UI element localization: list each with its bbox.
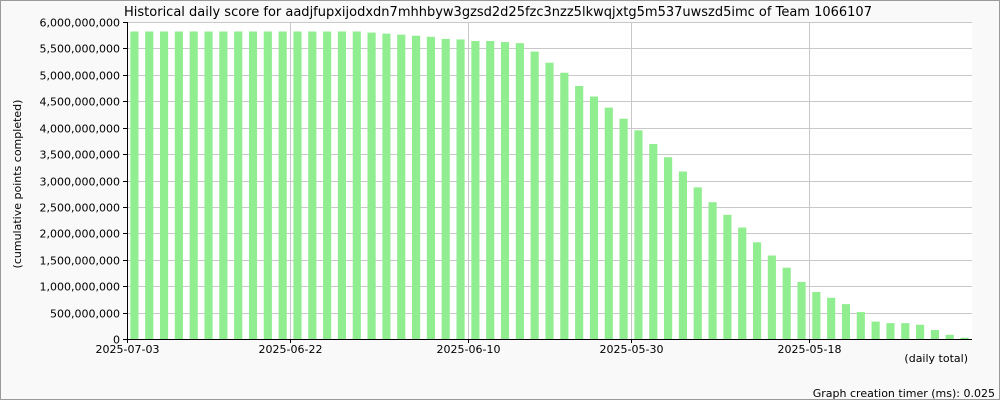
x-tick-label: 2025-06-10: [437, 343, 501, 356]
bar: [456, 39, 465, 340]
bar: [278, 31, 287, 339]
y-tick-label: 5,500,000,000: [40, 43, 120, 56]
x-tick-label: 2025-07-03: [96, 343, 160, 356]
bar: [812, 291, 821, 339]
bar: [293, 31, 302, 339]
bar: [797, 281, 806, 339]
bar: [886, 323, 895, 339]
bar: [426, 36, 435, 339]
bar: [500, 42, 510, 340]
bar: [441, 38, 450, 339]
bar-chart: Historical daily score for aadjfupxijodx…: [11, 5, 995, 400]
bar: [871, 321, 880, 339]
graph-timer-text: Graph creation timer (ms): 0.025: [813, 387, 995, 400]
bar: [159, 31, 169, 339]
bar: [856, 312, 865, 339]
bar: [337, 31, 347, 339]
bar: [619, 118, 628, 339]
bar: [841, 304, 851, 339]
bar: [693, 187, 702, 339]
bar: [382, 33, 391, 340]
bar: [945, 334, 954, 339]
x-axis-label: (daily total): [904, 352, 968, 365]
x-tick-label: 2025-05-30: [600, 343, 664, 356]
bar: [560, 72, 569, 339]
bar: [515, 43, 524, 340]
bar: [323, 31, 332, 339]
bar: [930, 330, 940, 339]
bar: [412, 35, 421, 340]
bar: [352, 31, 361, 339]
x-tick-label: 2025-05-18: [778, 343, 842, 356]
bar: [367, 32, 376, 340]
bar: [130, 31, 139, 339]
bar: [708, 202, 717, 339]
bar: [649, 144, 658, 339]
y-tick-label: 500,000,000: [50, 308, 120, 321]
y-tick-label: 3,000,000,000: [40, 176, 120, 189]
y-tick-label: 5,000,000,000: [40, 70, 120, 83]
bar: [767, 255, 776, 339]
bar: [204, 31, 213, 339]
bar: [575, 85, 584, 339]
bar: [723, 214, 732, 339]
x-tick-label: 2025-06-22: [259, 343, 323, 356]
bar: [589, 96, 599, 340]
bar: [545, 62, 554, 339]
bar: [530, 51, 539, 339]
bar: [174, 31, 183, 339]
y-tick-label: 1,000,000,000: [40, 281, 120, 294]
bar: [248, 31, 258, 339]
chart-title: Historical daily score for aadjfupxijodx…: [124, 5, 872, 20]
bar: [916, 324, 925, 339]
y-tick-label: 2,000,000,000: [40, 228, 120, 241]
bar: [738, 227, 747, 339]
bar: [263, 31, 272, 339]
bar: [486, 41, 495, 340]
bar: [827, 297, 836, 339]
bar: [901, 323, 910, 339]
bar: [634, 130, 643, 339]
bar: [960, 337, 969, 339]
bar: [145, 31, 154, 339]
bar: [234, 31, 243, 339]
x-tick-labels: 2025-07-03 2025-06-22 2025-06-10 2025-05-30…: [96, 343, 842, 356]
bar: [752, 242, 762, 339]
bar: [678, 171, 687, 339]
y-tick-labels: 0500,000,0001,000,000,0001,500,000,0002,…: [40, 17, 120, 347]
y-tick-label: 3,500,000,000: [40, 149, 120, 162]
y-tick-label: 2,500,000,000: [40, 202, 120, 215]
bar: [189, 31, 198, 339]
y-tick-label: 1,500,000,000: [40, 255, 120, 268]
y-tick-label: 6,000,000,000: [40, 17, 120, 30]
bar: [471, 41, 480, 340]
bar: [219, 31, 228, 339]
y-tick-label: 4,000,000,000: [40, 123, 120, 136]
y-tick-label: 4,500,000,000: [40, 96, 120, 109]
bar: [664, 157, 673, 339]
bar: [397, 34, 406, 340]
bar: [782, 267, 791, 339]
bar: [604, 107, 613, 339]
bar: [308, 31, 317, 339]
y-axis-label: (cumulative points completed): [11, 100, 24, 269]
